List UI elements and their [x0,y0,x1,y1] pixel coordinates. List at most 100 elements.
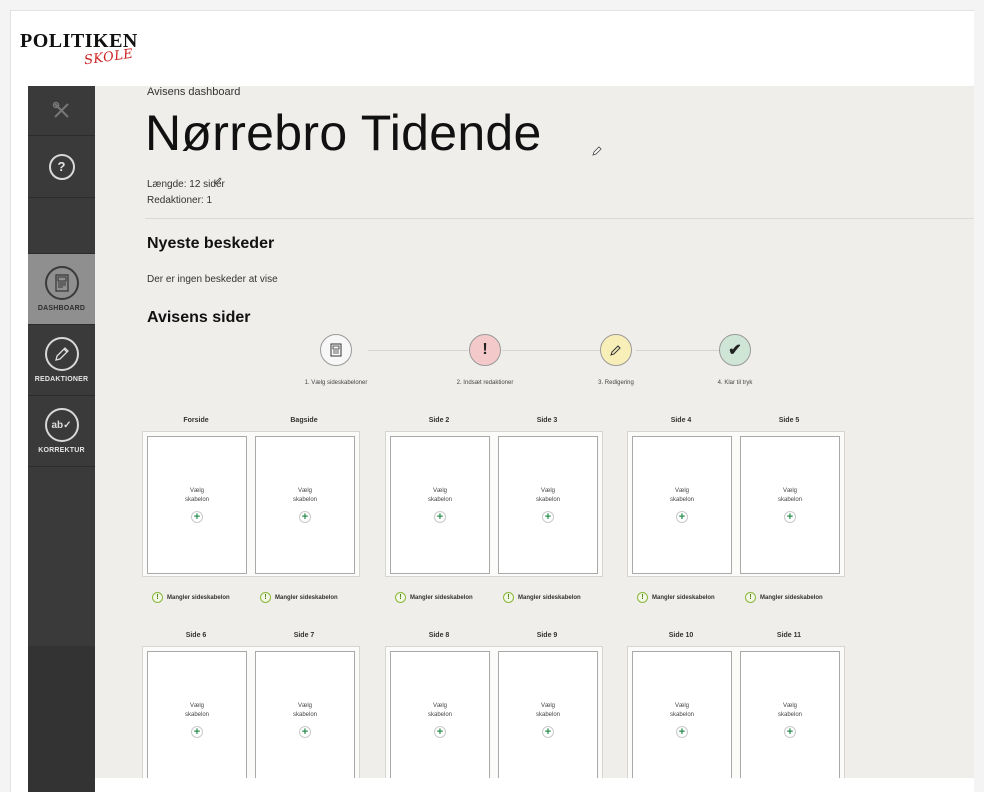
spellcheck-icon: ab✓ [44,408,79,442]
choose-line: Vælg [189,488,204,494]
add-template-icon[interactable]: + [676,511,688,523]
page-spread: Vælg skabelon + Vælg skabelon + [385,431,603,577]
step-label: 4. Klar til tryk [717,380,753,386]
edit-length-icon[interactable] [214,177,222,185]
page-slot[interactable]: Vælg skabelon + [147,651,247,778]
warning-icon: ! [152,592,163,603]
warning-icon: ! [395,592,406,603]
add-template-icon[interactable]: + [434,726,446,738]
page-slot[interactable]: Vælg skabelon + [147,436,247,574]
page-slot[interactable]: Vælg skabelon + [498,651,598,778]
template-icon [320,334,352,366]
choose-template-text: Vælg skabelon [670,487,694,505]
sidebar-item-redaktioner[interactable]: REDAKTIONER [28,325,95,396]
add-template-icon[interactable]: + [191,511,203,523]
messages-heading: Nyeste beskeder [147,235,275,252]
tools-button[interactable] [28,86,95,136]
step-symbol: ! [482,341,488,358]
page-label: Side 11 [776,632,802,639]
page-spread: Vælg skabelon + Vælg skabelon + [142,646,360,778]
sidebar-item-label: KORREKTUR [38,447,85,454]
warning-text: Mangler sideskabelon [652,594,715,601]
add-template-icon[interactable]: + [434,511,446,523]
choose-line: skabelon [292,712,318,718]
choose-line: Vælg [297,488,312,494]
choose-template-text: Vælg skabelon [536,702,560,720]
page-slot[interactable]: Vælg skabelon + [255,436,355,574]
choose-line: Vælg [782,703,797,709]
choose-line: Vælg [782,488,797,494]
page-label: Side 6 [185,632,207,639]
page-label: Side 4 [670,417,692,424]
page-label: Forside [183,417,209,424]
choose-template-text: Vælg skabelon [536,487,560,505]
choose-line: skabelon [669,712,695,718]
choose-line: skabelon [184,497,210,503]
step-ready-for-print[interactable]: ✔ 4. Klar til tryk [685,334,785,386]
page-label: Side 5 [778,417,800,424]
page-label: Side 10 [668,632,694,639]
warning-text: Mangler sideskabelon [410,594,473,601]
choose-template-text: Vælg skabelon [670,702,694,720]
add-template-icon[interactable]: + [542,511,554,523]
choose-line: Vælg [297,703,312,709]
choose-line: Vælg [189,703,204,709]
add-template-icon[interactable]: + [784,511,796,523]
choose-line: Vælg [674,488,689,494]
choose-line: Vælg [432,488,447,494]
add-template-icon[interactable]: + [191,726,203,738]
page-label: Side 7 [293,632,315,639]
step-insert-editorials[interactable]: ! 2. Indsæt redaktioner [435,334,535,386]
page-slot[interactable]: Vælg skabelon + [740,651,840,778]
add-template-icon[interactable]: + [542,726,554,738]
sidebar-footer [28,646,95,792]
page-label: Side 8 [428,632,450,639]
page-slot[interactable]: Vælg skabelon + [632,651,732,778]
choose-line: skabelon [427,712,453,718]
choose-template-text: Vælg skabelon [428,487,452,505]
newspaper-icon [44,266,79,300]
help-button[interactable]: ? [28,136,95,198]
missing-template-warning: ! Mangler sideskabelon [395,592,473,603]
add-template-icon[interactable]: + [784,726,796,738]
warning-text: Mangler sideskabelon [518,594,581,601]
warning-icon: ! [637,592,648,603]
sidebar-spacer [28,198,95,254]
edit-title-icon[interactable] [592,146,602,156]
step-label: 3. Redigering [598,380,634,386]
page-slot[interactable]: Vælg skabelon + [255,651,355,778]
sidebar-item-label: REDAKTIONER [34,376,89,383]
page-slot[interactable]: Vælg skabelon + [632,436,732,574]
choose-line: skabelon [184,712,210,718]
add-template-icon[interactable]: + [299,726,311,738]
step-editing[interactable]: 3. Redigering [566,334,666,386]
editorials-info: Redaktioner: 1 [147,195,213,206]
choose-line: skabelon [535,497,561,503]
page-label: Bagside [290,417,318,424]
politiken-skole-logo[interactable]: POLITIKEN SKOLE [20,30,138,68]
page-title: Nørrebro Tidende [145,105,542,161]
choose-line: skabelon [292,497,318,503]
page-label: Side 9 [536,632,558,639]
page-slot[interactable]: Vælg skabelon + [390,436,490,574]
sidebar-item-dashboard[interactable]: DASHBOARD [28,254,95,325]
page-slot[interactable]: Vælg skabelon + [390,651,490,778]
missing-template-warning: ! Mangler sideskabelon [503,592,581,603]
missing-template-warning: ! Mangler sideskabelon [745,592,823,603]
step-symbol: ✔ [728,342,742,359]
add-template-icon[interactable]: + [676,726,688,738]
choose-template-text: Vælg skabelon [428,702,452,720]
page-label: Side 2 [428,417,450,424]
step-label: 2. Indsæt redaktioner [456,380,514,386]
window-edge [974,10,984,792]
page-slot[interactable]: Vælg skabelon + [498,436,598,574]
step-choose-templates[interactable]: 1. Vælg sideskabeloner [286,334,386,386]
divider [145,218,974,219]
no-messages-text: Der er ingen beskeder at vise [147,274,278,285]
exclamation-icon: ! [469,334,501,366]
page-slot[interactable]: Vælg skabelon + [740,436,840,574]
add-template-icon[interactable]: + [299,511,311,523]
pencil-icon [600,334,632,366]
page-spread: Vælg skabelon + Vælg skabelon + [385,646,603,778]
sidebar-item-korrektur[interactable]: ab✓ KORREKTUR [28,396,95,467]
